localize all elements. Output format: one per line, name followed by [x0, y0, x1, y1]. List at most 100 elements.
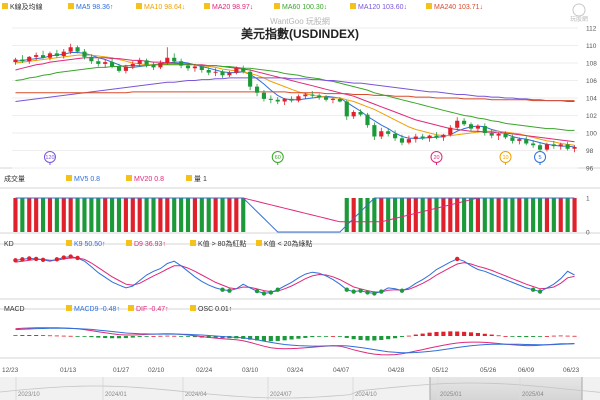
osc-bar — [524, 336, 529, 338]
price-tick-label: 108 — [586, 61, 597, 68]
range-navigator[interactable]: 2023/10 2024/01 2024/04 2024/07 2024/10 2025/… — [0, 377, 600, 400]
dif-line — [15, 327, 575, 356]
candle-body — [137, 60, 142, 64]
osc-bar — [482, 333, 487, 336]
candle-body — [248, 71, 253, 87]
osc-bar — [110, 336, 115, 339]
osc-bar — [399, 336, 405, 337]
volume-bar — [116, 198, 122, 232]
candle-body — [386, 131, 391, 134]
volume-bar — [68, 198, 73, 232]
candle-body — [475, 126, 480, 129]
candle-body — [323, 97, 329, 100]
volume-bar — [13, 198, 18, 232]
kd-green-dot — [261, 291, 267, 296]
volume-bar — [537, 198, 543, 232]
volume-bar — [234, 198, 239, 232]
kd-green-dot — [268, 290, 274, 295]
candle-body — [185, 65, 191, 69]
candle-body — [427, 135, 432, 139]
legend-checkbox — [66, 305, 72, 311]
kd-green-dot — [344, 287, 349, 292]
osc-bar — [572, 335, 577, 337]
osc-bar — [427, 332, 432, 336]
osc-bar — [282, 336, 287, 341]
candle-body — [123, 66, 128, 71]
candle-body — [317, 95, 322, 98]
kd-green-dot — [220, 287, 225, 292]
candle-body — [34, 55, 39, 57]
kd-green-dot — [358, 288, 363, 293]
kd-red-dot — [27, 256, 32, 261]
legend-checkbox — [204, 3, 210, 9]
candle-body — [496, 133, 501, 136]
osc-bar — [116, 336, 122, 339]
legend-label: MA20 98.97↓ — [212, 4, 253, 11]
volume-bar — [434, 198, 439, 232]
candle-body — [296, 96, 301, 101]
candle-body — [151, 64, 156, 68]
volume-bar — [34, 198, 39, 232]
date-tick-label: 12/23 — [2, 367, 19, 374]
osc-bar — [358, 336, 363, 340]
candle-body — [393, 133, 398, 139]
legend-checkbox — [274, 3, 280, 9]
osc-bar — [151, 336, 156, 337]
date-tick-label: 06/09 — [518, 367, 535, 374]
navigator-tick-label: 2025/01 — [440, 392, 462, 398]
osc-bar — [61, 335, 66, 337]
kd-lines — [15, 256, 575, 294]
candle-body — [89, 56, 94, 62]
candle-body — [116, 66, 122, 71]
volume-bar — [27, 198, 32, 232]
osc-bar — [317, 336, 322, 337]
candle-body — [172, 57, 177, 62]
legend-checkbox — [190, 305, 196, 311]
osc-bar — [544, 336, 550, 337]
legend-label: 量 1 — [194, 175, 207, 183]
price-tick-label: 106 — [586, 78, 597, 85]
legend-checkbox — [186, 175, 192, 181]
volume-bar — [372, 198, 377, 232]
osc-bar — [517, 336, 522, 337]
volume-bar — [40, 198, 46, 232]
osc-bar — [344, 336, 349, 338]
candle-body — [54, 53, 59, 56]
volume-bar — [179, 198, 184, 232]
osc-bar — [40, 335, 46, 336]
kd-red-dot — [20, 257, 25, 262]
macd-lines — [15, 327, 575, 356]
legend-checkbox — [2, 3, 8, 9]
osc-bar — [165, 335, 170, 337]
legend-label: MA240 103.71↓ — [434, 4, 483, 11]
price-tick-label: 98 — [586, 148, 594, 155]
candle-body — [220, 71, 225, 76]
volume-bar — [558, 198, 563, 232]
volume-bar — [379, 198, 384, 232]
candle-body — [103, 62, 108, 64]
candle-body — [206, 70, 211, 73]
osc-bar — [455, 331, 460, 336]
candle-body — [517, 139, 522, 141]
osc-bar — [47, 335, 53, 337]
candle-body — [524, 139, 529, 144]
osc-bar — [268, 336, 273, 342]
navigator-tick-label: 2024/07 — [270, 392, 292, 398]
osc-bar — [434, 332, 439, 336]
candle-body — [544, 144, 550, 150]
price-tick-label: 100 — [586, 131, 597, 138]
legend-checkbox — [426, 3, 432, 9]
kd-red-dot — [40, 257, 46, 263]
volume-bar — [213, 198, 218, 232]
volume-bar — [503, 198, 508, 232]
date-axis: 12/23 01/13 01/27 02/10 02/24 03/10 03/24 04/07… — [2, 367, 580, 374]
volume-bar — [172, 198, 177, 232]
candle-body — [572, 147, 577, 149]
legend-label: MV20 0.8 — [134, 176, 164, 183]
candle-body — [413, 136, 418, 140]
kd-green-dot — [399, 288, 405, 293]
volume-bar — [123, 198, 128, 232]
kd-green-dot — [365, 290, 370, 295]
volume-bar — [524, 198, 529, 232]
osc-bar — [351, 336, 356, 340]
